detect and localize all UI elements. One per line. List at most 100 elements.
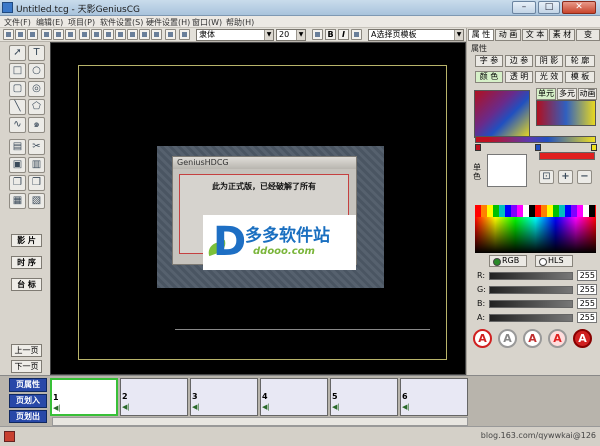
subtab-edge-params[interactable]: 边 参	[505, 55, 533, 67]
redo-icon[interactable]	[65, 29, 76, 40]
channel-b-value[interactable]: 255	[577, 298, 597, 309]
gradient-bar[interactable]	[475, 136, 596, 143]
gradient-preview[interactable]	[474, 90, 530, 138]
group-icon[interactable]: ❒	[28, 175, 45, 191]
underline-icon[interactable]	[351, 29, 362, 40]
subtab-char-params[interactable]: 字 参	[475, 55, 503, 67]
channel-r-slider[interactable]	[489, 272, 573, 280]
page-frame[interactable]: 2 ◀|	[120, 378, 188, 416]
menu-project[interactable]: 项目(P)	[68, 17, 95, 28]
copy-object-icon[interactable]: ❐	[9, 175, 26, 191]
line-tool-icon[interactable]: ╲	[9, 99, 26, 115]
menu-hardware-settings[interactable]: 硬件设置(H)	[146, 17, 190, 28]
tab-transform[interactable]: 变	[576, 29, 600, 41]
channel-g-slider[interactable]	[489, 286, 573, 294]
menu-help[interactable]: 帮助(H)	[226, 17, 254, 28]
scissors-icon[interactable]: ✂	[28, 139, 45, 155]
page-properties-button[interactable]: 页属性	[9, 378, 47, 392]
hls-radio[interactable]: HLS	[535, 255, 573, 267]
curve-tool-icon[interactable]: ∿	[9, 117, 26, 133]
style-gray-button[interactable]: A	[498, 329, 517, 348]
close-button[interactable]: ✕	[562, 1, 596, 14]
minimize-button[interactable]: –	[512, 1, 536, 14]
bring-front-icon[interactable]: ▦	[9, 193, 26, 209]
output-icon[interactable]	[179, 29, 190, 40]
subtab-template[interactable]: 模 板	[565, 71, 595, 83]
spiral-tool-icon[interactable]: ๑	[28, 117, 45, 133]
page-transition-out-button[interactable]: 页划出	[9, 410, 47, 423]
open-icon[interactable]	[15, 29, 26, 40]
text-tool-icon[interactable]: T	[28, 45, 45, 61]
style-shadow-button[interactable]: A	[548, 329, 567, 348]
editing-canvas[interactable]: GeniusHDCG 此为正式版，已经破解了所有 D 多多软件站 ddooo.c…	[50, 42, 466, 375]
add-stop-button[interactable]: +	[558, 170, 573, 184]
gradient-stop-yellow[interactable]	[591, 144, 597, 151]
align-icon[interactable]	[139, 29, 150, 40]
next-page-button[interactable]: 下一页	[11, 360, 42, 373]
grid-icon[interactable]	[151, 29, 162, 40]
text-tool-icon[interactable]	[103, 29, 114, 40]
timeline-scrollbar[interactable]	[52, 417, 468, 426]
font-size-select[interactable]: 20 ▼	[276, 29, 306, 41]
menu-window[interactable]: 窗口(W)	[192, 17, 222, 28]
save-icon[interactable]	[27, 29, 38, 40]
send-back-icon[interactable]: ▧	[28, 193, 45, 209]
page-frame[interactable]: 1 ◀|	[50, 378, 118, 416]
rgb-radio[interactable]: RGB	[489, 255, 527, 267]
movie-button[interactable]: 影 片	[11, 234, 42, 247]
new-icon[interactable]	[3, 29, 14, 40]
copy-icon[interactable]	[79, 29, 90, 40]
image-tool-icon[interactable]	[115, 29, 126, 40]
gradient-stop-red[interactable]	[475, 144, 481, 151]
timing-button[interactable]: 时 序	[11, 256, 42, 269]
pointer-tool-icon[interactable]: ➚	[9, 45, 26, 61]
channel-r-value[interactable]: 255	[577, 270, 597, 281]
tab-text[interactable]: 文 本	[522, 29, 548, 41]
color-palette[interactable]	[475, 205, 596, 217]
paste-icon[interactable]	[91, 29, 102, 40]
import-image-icon[interactable]: ▤	[9, 139, 26, 155]
template-select[interactable]: A选择页模板 ▼	[368, 29, 464, 41]
maximize-button[interactable]: □	[538, 1, 560, 14]
menu-file[interactable]: 文件(F)	[4, 17, 31, 28]
mode-animation[interactable]: 动画	[578, 88, 597, 100]
gradient-stop-blue[interactable]	[535, 144, 541, 151]
prev-page-button[interactable]: 上一页	[11, 344, 42, 357]
channel-a-slider[interactable]	[489, 314, 573, 322]
circle-tool-icon[interactable]: ◎	[28, 81, 45, 97]
font-family-select[interactable]: 隶体 ▼	[196, 29, 274, 41]
subtab-transparency[interactable]: 透 明	[505, 71, 533, 83]
picture-icon[interactable]: ▥	[28, 157, 45, 173]
page-frame[interactable]: 5 ◀|	[330, 378, 398, 416]
page-transition-in-button[interactable]: 页划入	[9, 394, 47, 408]
channel-b-slider[interactable]	[489, 300, 573, 308]
current-color-swatch[interactable]	[539, 152, 595, 160]
rectangle-tool-icon[interactable]: □	[9, 63, 26, 79]
subtab-color[interactable]: 颜 色	[475, 71, 503, 83]
tab-properties[interactable]: 属 性	[468, 29, 494, 41]
page-frame[interactable]: 4 ◀|	[260, 378, 328, 416]
rounded-rect-tool-icon[interactable]: ▢	[9, 81, 26, 97]
layer-icon[interactable]	[127, 29, 138, 40]
preview-icon[interactable]	[165, 29, 176, 40]
channel-g-value[interactable]: 255	[577, 284, 597, 295]
style-filled-button[interactable]: A	[573, 329, 592, 348]
gradient-type-select[interactable]	[536, 100, 596, 126]
menu-edit[interactable]: 编辑(E)	[36, 17, 63, 28]
polygon-tool-icon[interactable]: ⬠	[28, 99, 45, 115]
mode-multi[interactable]: 多元	[557, 88, 577, 100]
subtab-outline[interactable]: 轮 廓	[565, 55, 595, 67]
italic-button[interactable]: I	[338, 29, 349, 40]
image-icon[interactable]: ▣	[9, 157, 26, 173]
cut-icon[interactable]	[41, 29, 52, 40]
color-spectrum[interactable]	[475, 217, 596, 253]
station-logo-button[interactable]: 台 标	[11, 278, 42, 291]
page-frame[interactable]: 6 ◀|	[400, 378, 468, 416]
undo-icon[interactable]	[53, 29, 64, 40]
subtab-light-effect[interactable]: 光 效	[535, 71, 563, 83]
ellipse-tool-icon[interactable]: ○	[28, 63, 45, 79]
subtab-shadow[interactable]: 阴 影	[535, 55, 563, 67]
style-red-button[interactable]: A	[473, 329, 492, 348]
eyedropper-icon[interactable]: ⊡	[539, 170, 554, 184]
tab-assets[interactable]: 素 材	[549, 29, 575, 41]
